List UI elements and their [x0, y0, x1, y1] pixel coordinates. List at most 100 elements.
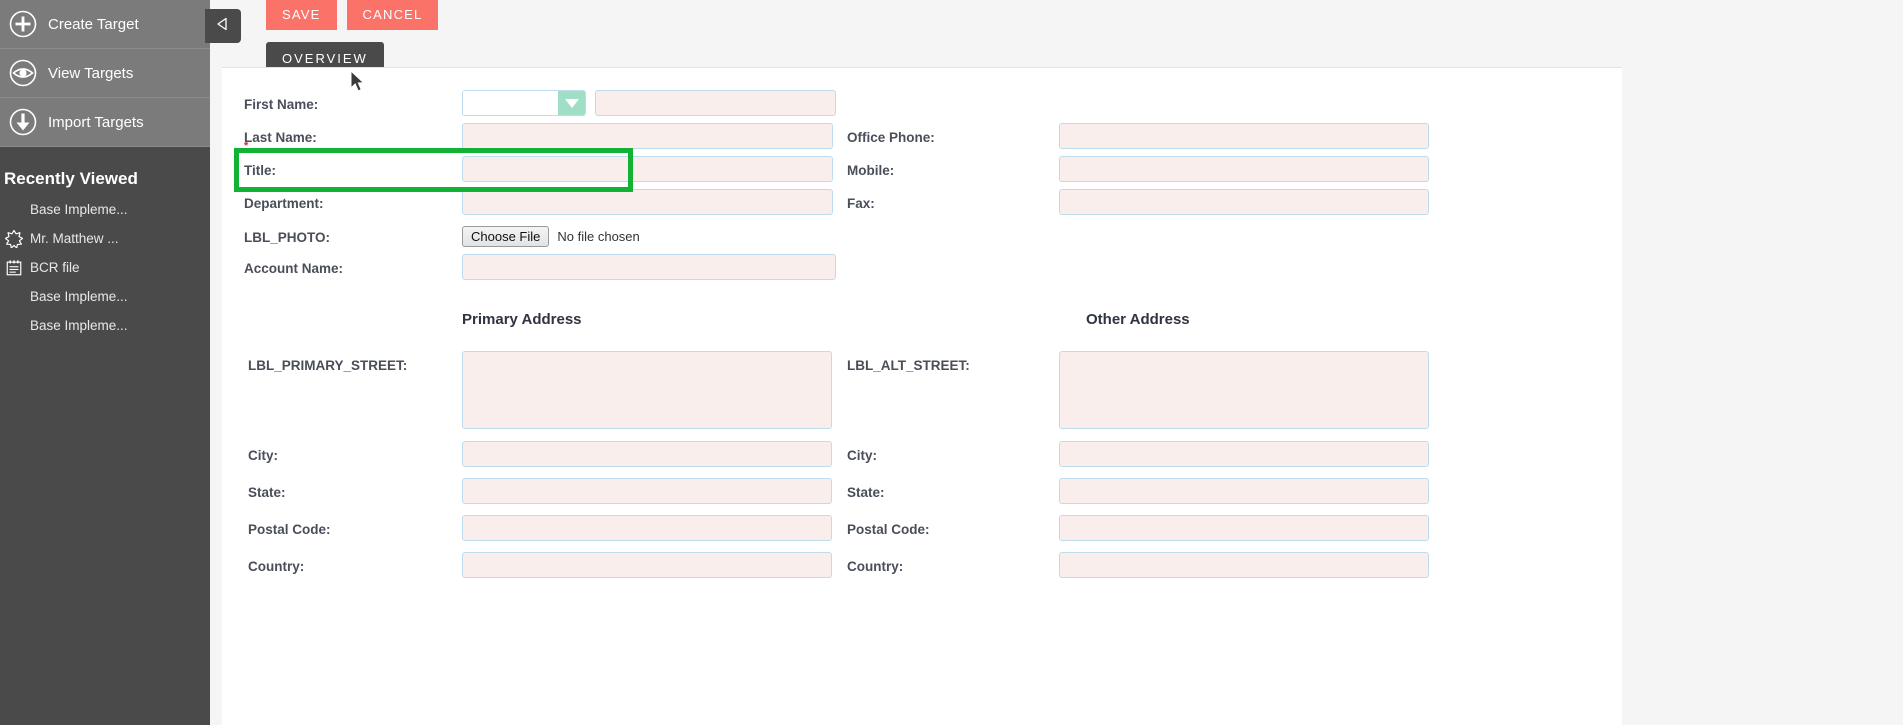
- primary-postal-input[interactable]: [462, 515, 832, 541]
- list-item-label: Base Impleme...: [30, 318, 128, 333]
- no-file-chosen-text: No file chosen: [557, 229, 640, 244]
- sidebar-item-import-targets[interactable]: Import Targets: [0, 98, 210, 147]
- account-name-input[interactable]: [462, 254, 836, 280]
- sidebar-item-import-targets-label: Import Targets: [48, 113, 144, 131]
- primary-postal-label: Postal Code:: [248, 522, 331, 537]
- placeholder-icon: [4, 316, 24, 336]
- salutation-dropdown-button[interactable]: [558, 91, 585, 115]
- list-item[interactable]: Base Impleme...: [0, 195, 210, 224]
- field-row-first-name: First Name:: [222, 90, 836, 116]
- required-indicator: *: [244, 140, 249, 152]
- alt-city-label: City:: [847, 448, 877, 463]
- mobile-label: Mobile:: [847, 163, 895, 178]
- list-item-label: Base Impleme...: [30, 289, 128, 304]
- alt-street-textarea[interactable]: [1059, 351, 1429, 429]
- primary-street-textarea[interactable]: [462, 351, 832, 429]
- save-button[interactable]: SAVE: [266, 0, 337, 30]
- fax-input[interactable]: [1059, 189, 1429, 215]
- overview-form-panel: First Name: * Last Name: Title: Departme…: [222, 67, 1622, 725]
- account-name-label: Account Name:: [244, 261, 344, 276]
- download-arrow-icon: [8, 107, 38, 137]
- app-root: Create Target View Targets Import Target…: [0, 0, 1903, 725]
- primary-country-input[interactable]: [462, 552, 832, 578]
- sidebar-item-create-target[interactable]: Create Target: [0, 0, 210, 49]
- title-input[interactable]: [462, 156, 833, 182]
- field-row-primary-postal: Postal Code:: [222, 515, 832, 541]
- field-row-fax: Fax:: [847, 189, 1429, 215]
- placeholder-icon: [4, 287, 24, 307]
- primary-state-label: State:: [248, 485, 286, 500]
- sidebar-item-create-target-label: Create Target: [48, 15, 139, 33]
- department-input[interactable]: [462, 189, 833, 215]
- primary-street-label: LBL_PRIMARY_STREET:: [248, 358, 408, 373]
- alt-city-input[interactable]: [1059, 441, 1429, 467]
- placeholder-icon: [4, 200, 24, 220]
- photo-file-input[interactable]: Choose File No file chosen: [462, 223, 640, 247]
- list-item[interactable]: Base Impleme...: [0, 282, 210, 311]
- field-row-photo: LBL_PHOTO: Choose File No file chosen: [222, 223, 640, 247]
- list-item[interactable]: Mr. Matthew ...: [0, 224, 210, 253]
- eye-icon: [8, 58, 38, 88]
- office-phone-input[interactable]: [1059, 123, 1429, 149]
- field-row-alt-postal: Postal Code:: [847, 515, 1429, 541]
- salutation-combo[interactable]: [462, 90, 586, 116]
- field-row-primary-street: LBL_PRIMARY_STREET:: [222, 351, 832, 429]
- list-item[interactable]: Base Impleme...: [0, 311, 210, 340]
- recently-viewed-header: Recently Viewed: [4, 169, 138, 188]
- recently-viewed-list: Base Impleme... Mr. Matthew ... BCR file…: [0, 195, 210, 340]
- salutation-input[interactable]: [463, 91, 558, 115]
- first-name-input[interactable]: [595, 90, 836, 116]
- list-item-label: Base Impleme...: [30, 202, 128, 217]
- cancel-button[interactable]: CANCEL: [346, 0, 439, 30]
- list-item-label: BCR file: [30, 260, 80, 275]
- field-row-mobile: Mobile:: [847, 156, 1429, 182]
- alt-postal-label: Postal Code:: [847, 522, 930, 537]
- field-row-primary-country: Country:: [222, 552, 832, 578]
- sidebar-item-view-targets-label: View Targets: [48, 64, 134, 82]
- title-label: Title:: [244, 163, 277, 178]
- list-item[interactable]: BCR file: [0, 253, 210, 282]
- last-name-label-text: Last Name:: [244, 130, 317, 145]
- alt-street-label: LBL_ALT_STREET:: [847, 358, 970, 373]
- mobile-input[interactable]: [1059, 156, 1429, 182]
- first-name-label: First Name:: [244, 97, 319, 112]
- collapse-left-triangle-icon: [215, 16, 231, 37]
- field-row-alt-city: City:: [847, 441, 1429, 467]
- field-row-primary-city: City:: [222, 441, 832, 467]
- choose-file-button[interactable]: Choose File: [462, 226, 550, 247]
- other-address-section-title: Other Address: [1086, 311, 1190, 328]
- list-item-label: Mr. Matthew ...: [30, 231, 119, 246]
- primary-city-label: City:: [248, 448, 278, 463]
- last-name-input[interactable]: [462, 123, 833, 149]
- primary-city-input[interactable]: [462, 441, 832, 467]
- sidebar: Create Target View Targets Import Target…: [0, 0, 210, 725]
- sidebar-item-view-targets[interactable]: View Targets: [0, 49, 210, 98]
- sidebar-collapse-button[interactable]: [205, 9, 241, 43]
- chevron-down-icon: [564, 98, 579, 108]
- action-bar: SAVE CANCEL: [210, 0, 439, 30]
- fax-label: Fax:: [847, 196, 875, 211]
- alt-postal-input[interactable]: [1059, 515, 1429, 541]
- alt-state-input[interactable]: [1059, 478, 1429, 504]
- photo-label: LBL_PHOTO:: [244, 230, 331, 245]
- primary-state-input[interactable]: [462, 478, 832, 504]
- field-row-alt-country: Country:: [847, 552, 1429, 578]
- last-name-label: * Last Name:: [222, 123, 462, 152]
- field-row-office-phone: Office Phone:: [847, 123, 1429, 149]
- field-row-account-name: Account Name:: [222, 254, 836, 280]
- alt-state-label: State:: [847, 485, 885, 500]
- main-content: SAVE CANCEL OVERVIEW First Name: * Last …: [210, 0, 1903, 725]
- field-row-department: Department:: [222, 189, 833, 215]
- document-icon: [4, 258, 24, 278]
- field-row-alt-state: State:: [847, 478, 1429, 504]
- plus-circle-icon: [8, 9, 38, 39]
- field-row-title: Title:: [222, 156, 833, 182]
- primary-address-section-title: Primary Address: [462, 311, 582, 328]
- alt-country-label: Country:: [847, 559, 904, 574]
- field-row-primary-state: State:: [222, 478, 832, 504]
- sidebar-nav-group: Create Target View Targets Import Target…: [0, 0, 210, 147]
- department-label: Department:: [244, 196, 324, 211]
- alt-country-input[interactable]: [1059, 552, 1429, 578]
- primary-country-label: Country:: [248, 559, 305, 574]
- field-row-alt-street: LBL_ALT_STREET:: [847, 351, 1429, 429]
